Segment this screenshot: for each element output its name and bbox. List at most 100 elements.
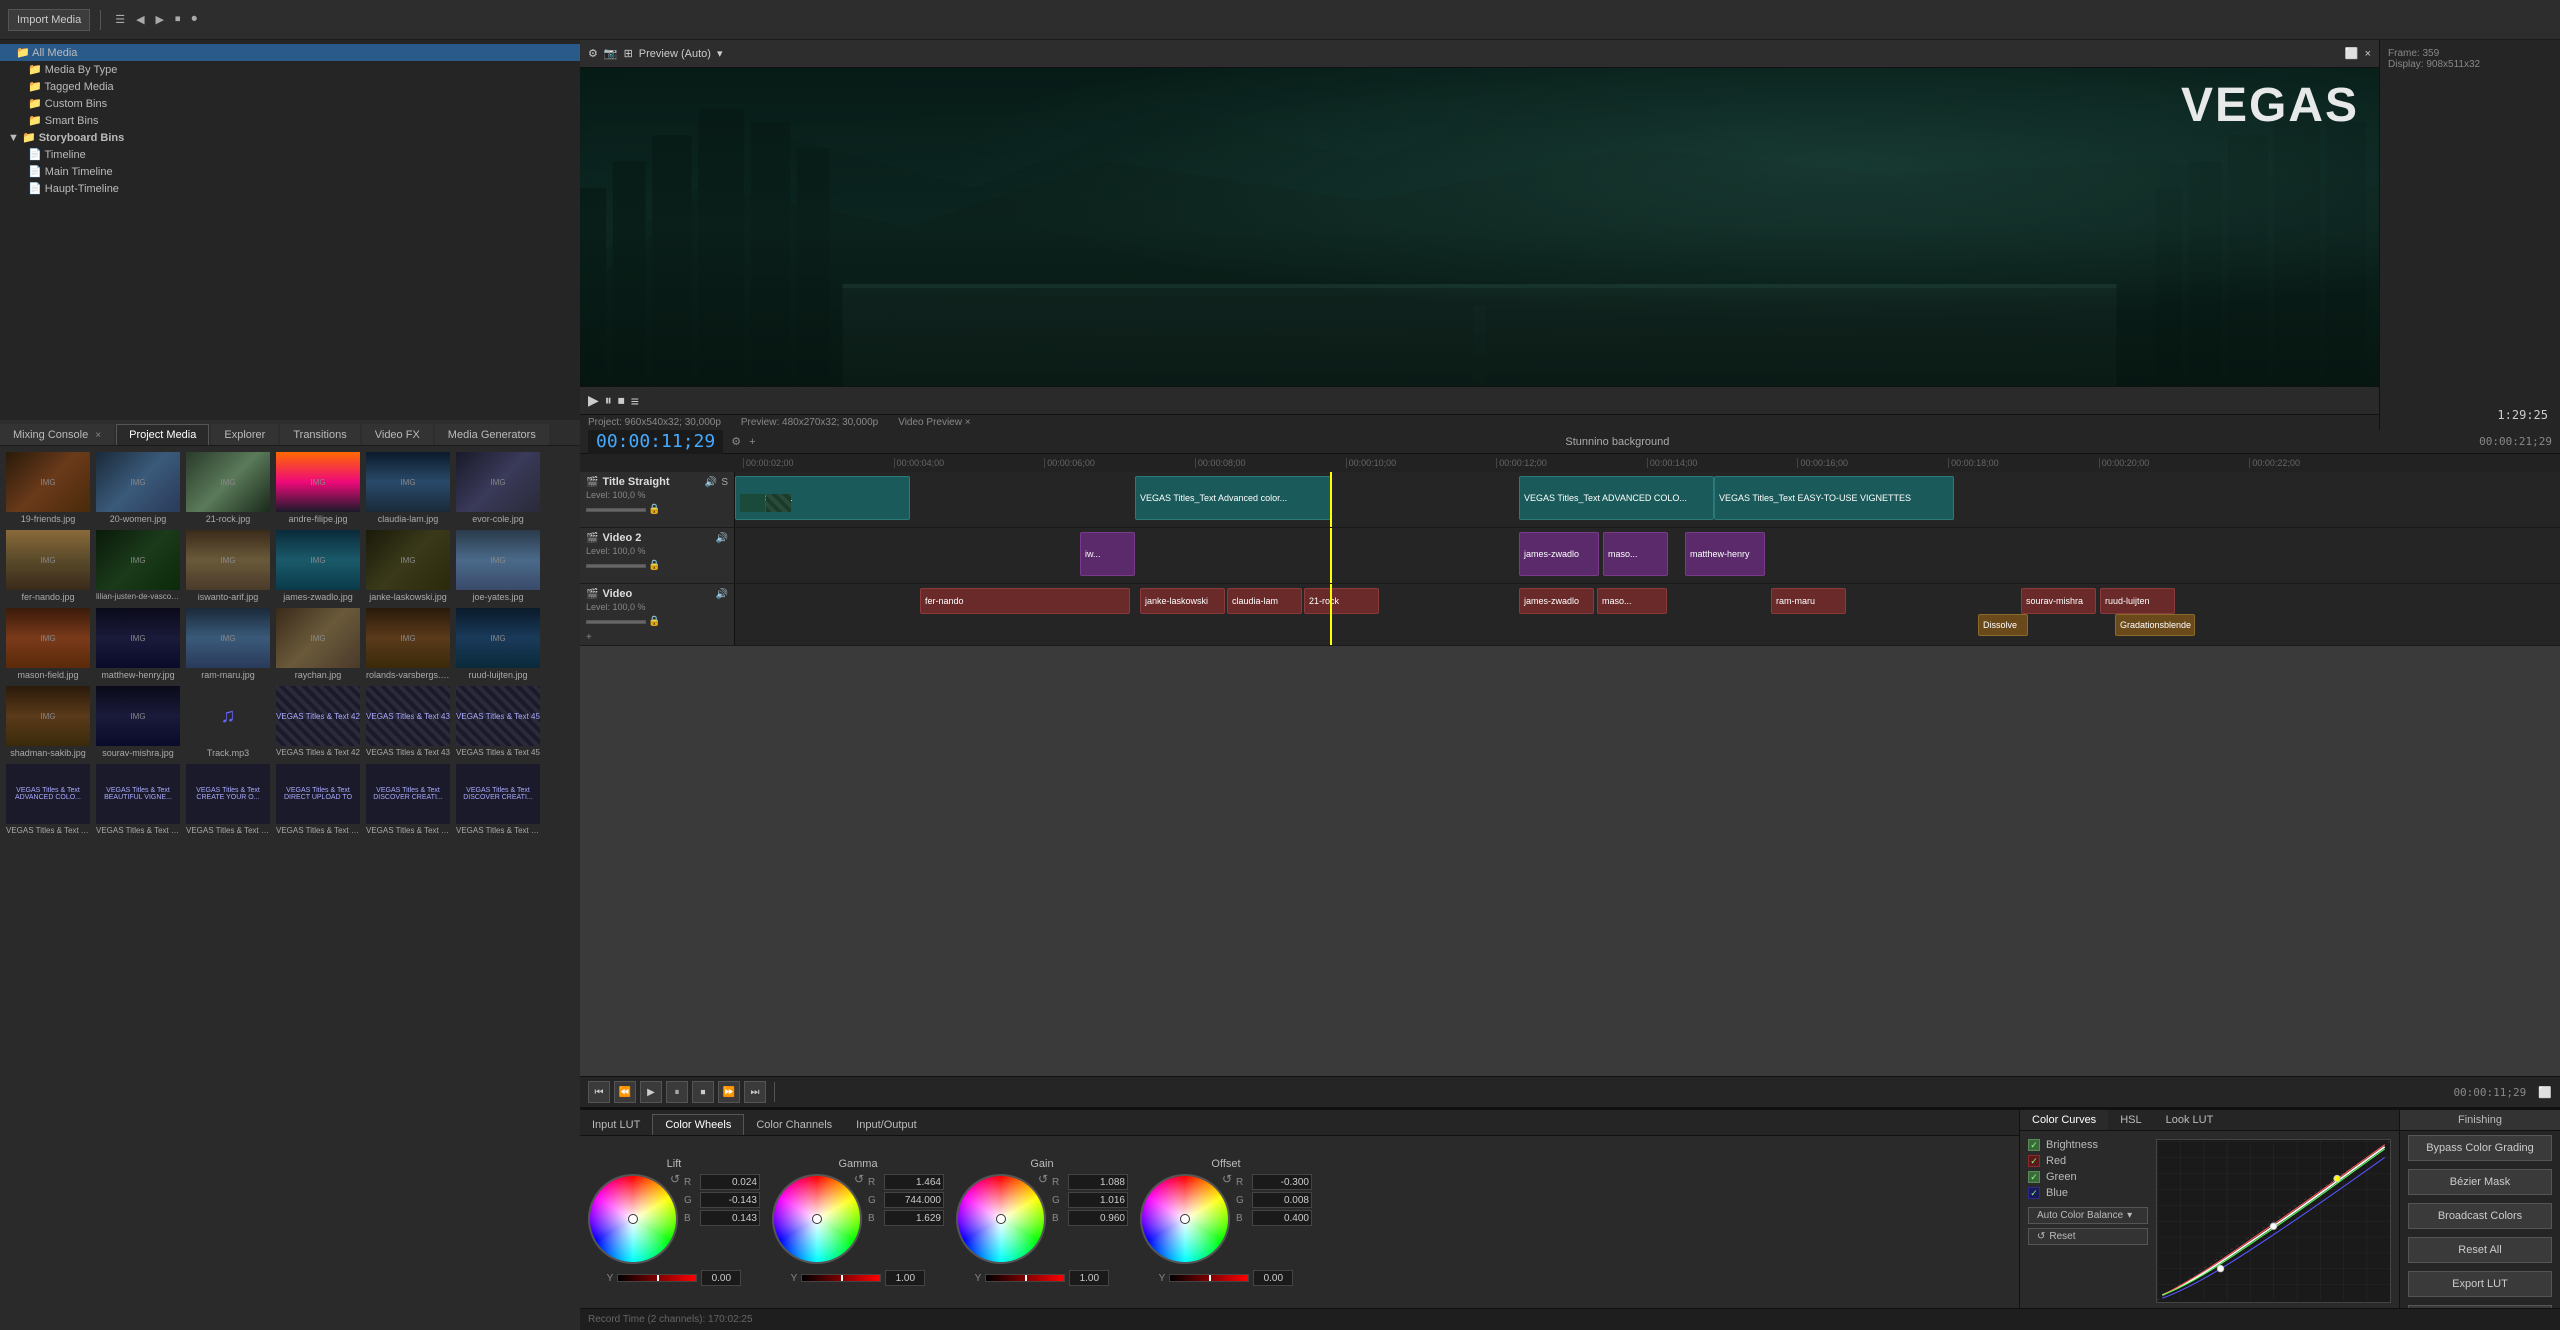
sidebar-item-media-by-type[interactable]: 📁 Media By Type — [0, 61, 580, 78]
list-item[interactable]: IMG mason-field.jpg — [4, 606, 92, 682]
gamma-r-input[interactable] — [884, 1174, 944, 1190]
track-clip[interactable]: maso... — [1603, 532, 1668, 576]
gain-y-slider[interactable] — [985, 1274, 1065, 1282]
track-clip[interactable]: james-zwadlo — [1519, 588, 1594, 614]
red-checkbox[interactable]: ✓ — [2028, 1155, 2040, 1167]
track-mute2-icon[interactable]: 🔊 — [716, 533, 728, 544]
list-item[interactable]: ♫ Track.mp3 — [184, 684, 272, 760]
list-item[interactable]: IMG rolands-varsbergs.jpg — [364, 606, 452, 682]
green-checkbox[interactable]: ✓ — [2028, 1171, 2040, 1183]
list-item[interactable]: VEGAS Titles & Text 45 VEGAS Titles & Te… — [454, 684, 542, 760]
tab-color-wheels[interactable]: Color Wheels — [652, 1114, 744, 1135]
pause-button[interactable]: ⏸ — [605, 392, 612, 409]
tab-color-channels[interactable]: Color Channels — [744, 1115, 844, 1135]
track-clip[interactable]: janke-laskowski — [1140, 588, 1225, 614]
list-item[interactable]: IMG ram-maru.jpg — [184, 606, 272, 682]
sidebar-item-haupt-timeline[interactable]: 📄 Haupt-Timeline — [0, 180, 580, 197]
track-clip[interactable]: ram-maru — [1771, 588, 1846, 614]
gamma-y-slider[interactable] — [801, 1274, 881, 1282]
list-item[interactable]: IMG fer-nando.jpg — [4, 528, 92, 604]
track-clip[interactable]: 21-rock — [1304, 588, 1379, 614]
list-item[interactable]: IMG 21-rock.jpg — [184, 450, 272, 526]
bypass-color-grading-button[interactable]: Bypass Color Grading — [2408, 1135, 2552, 1161]
transport-rewind-button[interactable]: ⏪ — [614, 1081, 636, 1103]
track-clip[interactable]: james-zwadlo — [1519, 532, 1599, 576]
list-item[interactable]: IMG janke-laskowski.jpg — [364, 528, 452, 604]
list-item[interactable]: VEGAS Titles & Text ADVANCED COLO... VEG… — [4, 762, 92, 837]
list-item[interactable]: VEGAS Titles & Text BEAUTIFUL VIGNE... V… — [94, 762, 182, 837]
track-lock-icon[interactable]: 🔒 — [648, 504, 660, 515]
list-item[interactable]: VEGAS Titles & Text CREATE YOUR O... VEG… — [184, 762, 272, 837]
tab-look-lut[interactable]: Look LUT — [2154, 1110, 2226, 1130]
list-item[interactable]: IMG 19-friends.jpg — [4, 450, 92, 526]
list-item[interactable]: IMG matthew-henry.jpg — [94, 606, 182, 682]
sidebar-item-all-media[interactable]: 📁 All Media — [0, 44, 580, 61]
list-item[interactable]: IMG lilian-justen-de-vasco ncellos.jpg — [94, 528, 182, 604]
tab-media-generators[interactable]: Media Generators — [435, 424, 549, 445]
tab-input-lut[interactable]: Input LUT — [580, 1115, 652, 1135]
menu-button[interactable]: ≡ — [631, 393, 639, 409]
track-mute-icon[interactable]: 🔊 — [705, 477, 717, 488]
preview-camera-icon[interactable]: 📷 — [604, 47, 618, 60]
lift-r-input[interactable] — [700, 1174, 760, 1190]
list-item[interactable]: IMG sourav-mishra.jpg — [94, 684, 182, 760]
tab-explorer[interactable]: Explorer — [211, 424, 278, 445]
track-clip[interactable]: VEGAS Titles_Text Advanced color... — [1135, 476, 1331, 520]
gamma-b-input[interactable] — [884, 1210, 944, 1226]
bezier-mask-button[interactable]: Bézier Mask — [2408, 1169, 2552, 1195]
track-clip[interactable]: fer-nando — [920, 588, 1130, 614]
blue-checkbox[interactable]: ✓ — [2028, 1187, 2040, 1199]
track-lock3-icon[interactable]: 🔒 — [648, 616, 660, 627]
lift-g-input[interactable] — [700, 1192, 760, 1208]
toolbar-icon-2[interactable]: ◀ — [132, 11, 148, 28]
list-item[interactable]: IMG raychan.jpg — [274, 606, 362, 682]
transport-play-button[interactable]: ▶ — [640, 1081, 662, 1103]
track-clip[interactable]: sourav-mishra — [2021, 588, 2096, 614]
tab-mixing-console[interactable]: Mixing Console × — [0, 424, 114, 445]
reset-all-button[interactable]: Reset All — [2408, 1237, 2552, 1263]
track-settings-icon[interactable]: ⚙ — [731, 435, 741, 448]
track-clip[interactable]: ruud-luijten — [2100, 588, 2175, 614]
track-clip[interactable]: iw... — [1080, 532, 1135, 576]
offset-reset-icon[interactable]: ↺ — [1222, 1172, 1232, 1186]
list-item[interactable]: IMG joe-yates.jpg — [454, 528, 542, 604]
sidebar-item-custom-bins[interactable]: 📁 Custom Bins — [0, 95, 580, 112]
list-item[interactable]: IMG iswanto-arif.jpg — [184, 528, 272, 604]
offset-r-input[interactable] — [1252, 1174, 1312, 1190]
lift-y-slider[interactable] — [617, 1274, 697, 1282]
transport-stop-button[interactable]: ⏹ — [692, 1081, 714, 1103]
gamma-reset-icon[interactable]: ↺ — [854, 1172, 864, 1186]
list-item[interactable]: VEGAS Titles & Text DISCOVER CREATI... V… — [454, 762, 542, 837]
tab-video-fx[interactable]: Video FX — [362, 424, 433, 445]
track-clip[interactable]: claudia-lam — [1227, 588, 1302, 614]
gain-g-input[interactable] — [1068, 1192, 1128, 1208]
reset-button[interactable]: ↺ Reset — [2028, 1228, 2148, 1245]
track-clip-transition[interactable]: Dissolve — [1978, 614, 2028, 636]
track-clip[interactable]: VEGAS Titles_Text ADVANCED COLO... — [1519, 476, 1714, 520]
sidebar-item-tagged-media[interactable]: 📁 Tagged Media — [0, 78, 580, 95]
lift-b-input[interactable] — [700, 1210, 760, 1226]
tab-hsl[interactable]: HSL — [2108, 1110, 2153, 1130]
track-clip-transition[interactable]: Gradationsblende — [2115, 614, 2195, 636]
tab-color-curves[interactable]: Color Curves — [2020, 1110, 2108, 1130]
list-item[interactable]: VEGAS Titles & Text DIRECT UPLOAD TO VEG… — [274, 762, 362, 837]
preview-dropdown-icon[interactable]: ▾ — [717, 47, 723, 60]
broadcast-colors-button[interactable]: Broadcast Colors — [2408, 1203, 2552, 1229]
list-item[interactable]: IMG james-zwadlo.jpg — [274, 528, 362, 604]
export-lut-button[interactable]: Export LUT — [2408, 1271, 2552, 1297]
track-add-icon[interactable]: + — [586, 632, 592, 643]
list-item[interactable]: IMG evor-cole.jpg — [454, 450, 542, 526]
video-preview-label[interactable]: Video Preview × — [898, 417, 970, 428]
track-mute3-icon[interactable]: 🔊 — [716, 589, 728, 600]
lift-reset-icon[interactable]: ↺ — [670, 1172, 680, 1186]
track-content-video[interactable]: fer-nando janke-laskowski claudia-lam 21… — [735, 584, 2560, 645]
transport-next-button[interactable]: ⏭ — [744, 1081, 766, 1103]
track-clip[interactable]: maso... — [1597, 588, 1667, 614]
gain-b-input[interactable] — [1068, 1210, 1128, 1226]
gain-reset-icon[interactable]: ↺ — [1038, 1172, 1048, 1186]
curves-graph[interactable] — [2156, 1139, 2391, 1303]
tab-input-output[interactable]: Input/Output — [844, 1115, 929, 1135]
list-item[interactable]: IMG shadman-sakib.jpg — [4, 684, 92, 760]
list-item[interactable]: IMG claudia-lam.jpg — [364, 450, 452, 526]
import-media-button[interactable]: Import Media — [8, 9, 90, 31]
